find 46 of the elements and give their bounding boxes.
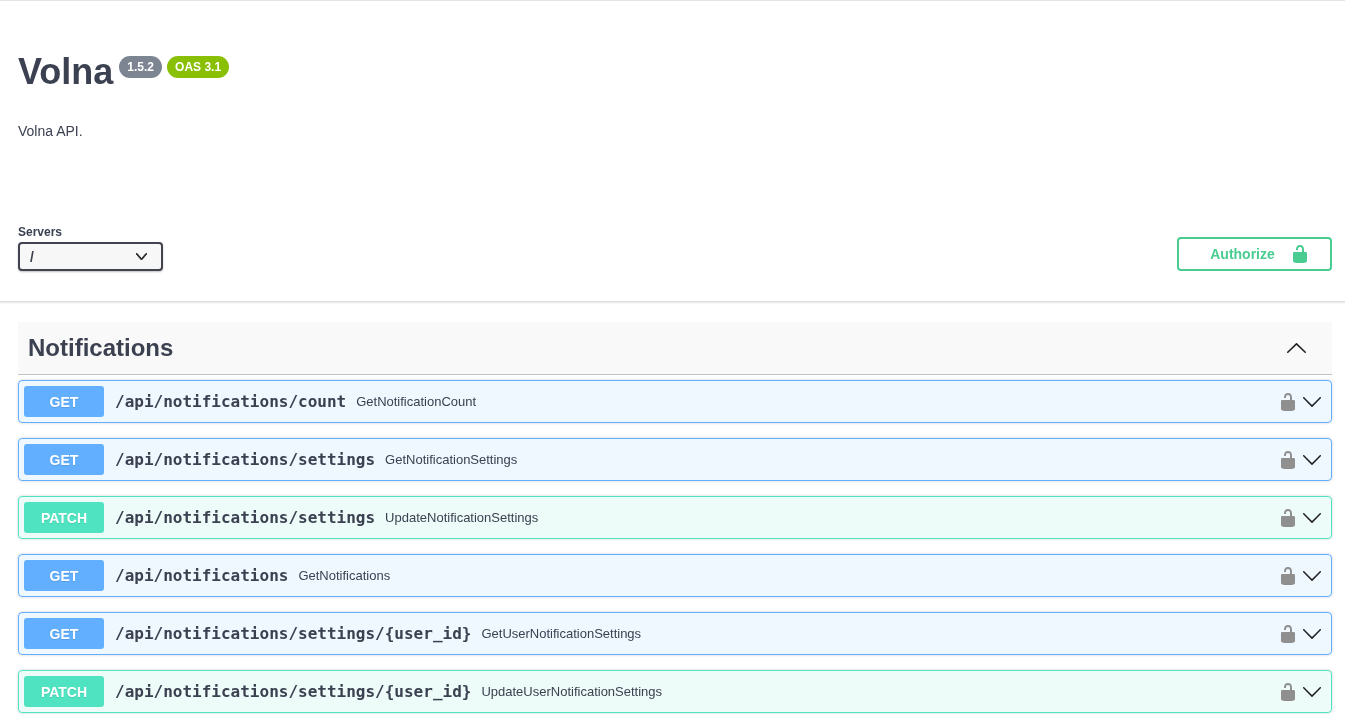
chevron-down-icon[interactable] — [1303, 512, 1321, 523]
version-label: 1.5.2 — [119, 56, 163, 78]
unlocked-padlock-icon[interactable] — [1281, 450, 1295, 469]
chevron-down-icon[interactable] — [1303, 686, 1321, 697]
unlocked-padlock-icon[interactable] — [1281, 392, 1295, 411]
unlocked-padlock-icon[interactable] — [1281, 624, 1295, 643]
api-title: Volna — [18, 50, 114, 93]
operation-block[interactable]: PATCH /api/notifications/settings UpdateNotificationSettings — [18, 496, 1332, 539]
unlocked-padlock-icon[interactable] — [1281, 508, 1295, 527]
http-method-label: GET — [24, 386, 104, 417]
chevron-down-icon[interactable] — [1303, 454, 1321, 465]
oas-version-label: OAS 3.1 — [167, 56, 230, 78]
endpoint-path: /api/notifications/settings — [115, 508, 376, 527]
chevron-down-icon[interactable] — [1303, 628, 1321, 639]
operation-summary: GetNotificationSettings — [385, 452, 518, 467]
chevron-down-icon[interactable] — [1303, 396, 1321, 407]
operation-summary: GetUserNotificationSettings — [481, 626, 642, 641]
http-method-label: PATCH — [24, 502, 104, 533]
operation-block[interactable]: GET /api/notifications/settings/{user_id} GetUserNotificationSettings — [18, 612, 1332, 655]
server-select[interactable]: / — [18, 242, 163, 271]
tag-heading[interactable]: Notifications — [28, 332, 174, 364]
http-method-label: GET — [24, 560, 104, 591]
endpoint-path: /api/notifications — [115, 566, 289, 585]
endpoint-path: /api/notifications/count — [115, 392, 347, 411]
operation-block[interactable]: GET /api/notifications GetNotifications — [18, 554, 1332, 597]
endpoint-path: /api/notifications/settings — [115, 450, 376, 469]
unlocked-padlock-icon[interactable] — [1281, 566, 1295, 585]
operation-summary: UpdateUserNotificationSettings — [481, 684, 663, 699]
operation-summary: GetNotifications — [298, 568, 391, 583]
api-description: Volna API. — [18, 122, 84, 141]
chevron-down-icon[interactable] — [1303, 570, 1321, 581]
operation-summary: GetNotificationCount — [356, 394, 477, 409]
operation-block[interactable]: GET /api/notifications/settings GetNotificationSettings — [18, 438, 1332, 481]
endpoint-path: /api/notifications/settings/{user_id} — [115, 624, 472, 643]
chevron-down-icon — [136, 253, 147, 260]
tag-header[interactable]: Notifications — [18, 322, 1332, 375]
http-method-label: GET — [24, 618, 104, 649]
operation-block[interactable]: GET /api/notifications/count GetNotificationCount — [18, 380, 1332, 423]
endpoint-path: /api/notifications/settings/{user_id} — [115, 682, 472, 701]
operation-block[interactable]: PATCH /api/notifications/settings/{user_id} UpdateUserNotificationSettings — [18, 670, 1332, 713]
http-method-label: GET — [24, 444, 104, 475]
http-method-label: PATCH — [24, 676, 104, 707]
operation-summary: UpdateNotificationSettings — [385, 510, 539, 525]
servers-label: Servers — [18, 224, 64, 240]
chevron-up-icon[interactable] — [1287, 343, 1306, 353]
unlocked-padlock-icon[interactable] — [1281, 682, 1295, 701]
